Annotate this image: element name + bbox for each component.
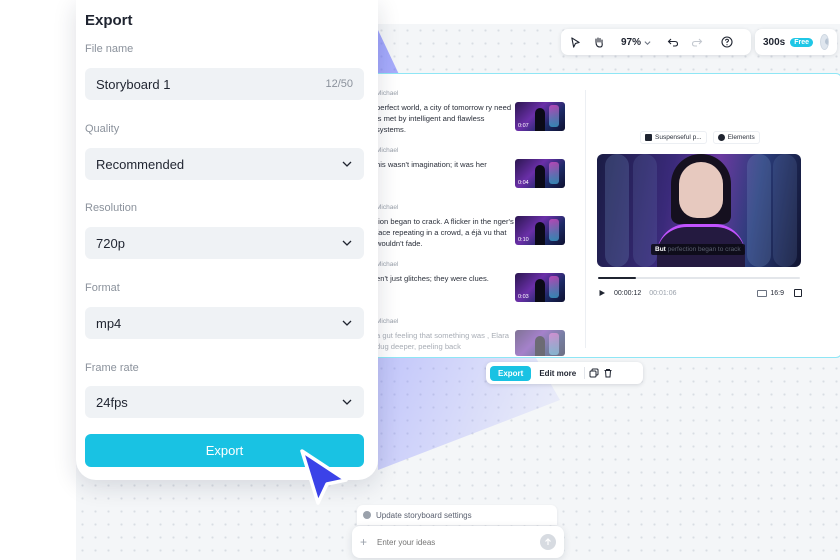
chevron-down-icon — [341, 237, 353, 249]
scene-speaker: Michael — [376, 318, 399, 325]
scene-item[interactable]: Michael en't just glitches; they were cl… — [372, 256, 572, 313]
scene-thumbnail[interactable]: 0:10 — [515, 216, 565, 245]
file-name-label: File name — [85, 43, 134, 55]
panel-title: Export — [85, 12, 133, 29]
check-circle-icon — [363, 511, 371, 519]
style-icon — [645, 134, 652, 141]
file-name-value: Storyboard 1 — [96, 76, 171, 92]
canvas-toolbar: 97% — [561, 29, 751, 55]
format-select[interactable]: mp4 — [85, 307, 364, 339]
scene-thumbnail[interactable]: 0:07 — [515, 102, 565, 131]
aspect-ratio-icon — [757, 289, 768, 297]
send-button[interactable] — [540, 534, 556, 550]
playback-progress[interactable] — [598, 277, 800, 279]
undo-icon[interactable] — [665, 34, 681, 50]
frame-rate-select[interactable]: 24fps — [85, 386, 364, 418]
chevron-down-icon — [341, 396, 353, 408]
resolution-label: Resolution — [85, 202, 137, 214]
check-icon — [717, 134, 725, 141]
file-name-field[interactable]: Storyboard 1 12/50 — [85, 68, 364, 100]
scene-speaker: Michael — [376, 204, 399, 211]
play-icon[interactable] — [598, 289, 606, 297]
chat-input-bar[interactable]: + — [352, 526, 564, 558]
hint-text: Update storyboard settings — [376, 510, 472, 520]
status-hint: Update storyboard settings — [357, 505, 557, 525]
resolution-value: 720p — [96, 235, 125, 251]
quality-select[interactable]: Recommended — [85, 148, 364, 180]
player-controls: 00:00:12 00:01:06 16:9 — [598, 287, 802, 299]
chevron-down-icon — [341, 317, 353, 329]
storyboard-action-bar: Export Edit more — [486, 362, 643, 384]
plus-icon[interactable]: + — [360, 535, 367, 549]
help-icon[interactable] — [719, 34, 735, 50]
scene-thumbnail[interactable]: 0:03 — [515, 273, 565, 302]
tag-style[interactable]: Suspenseful p... — [640, 131, 707, 144]
zoom-dropdown[interactable]: 97% — [621, 37, 651, 48]
tag-elements[interactable]: Elements — [712, 131, 760, 144]
caption-highlight: But — [655, 246, 666, 253]
select-arrow-icon[interactable] — [567, 34, 583, 50]
tag-label: Elements — [727, 134, 755, 141]
fullscreen-icon[interactable] — [794, 289, 802, 297]
export-button-small[interactable]: Export — [490, 365, 532, 381]
scene-script: his wasn't imagination; it was her — [376, 160, 487, 169]
scene-duration: 0:03 — [518, 294, 529, 300]
scene-script: perfect world, a city of tomorrow ry nee… — [376, 103, 512, 134]
scene-item[interactable]: Michael tion began to crack. A flicker i… — [372, 199, 572, 256]
frame-rate-value: 24fps — [96, 394, 128, 410]
quality-value: Recommended — [96, 156, 185, 172]
char-count: 12/50 — [325, 78, 353, 90]
scene-thumbnail[interactable]: 0:04 — [515, 159, 565, 188]
frame-rate-label: Frame rate — [85, 362, 139, 374]
scene-script: tion began to crack. A flicker in the ng… — [376, 217, 514, 248]
card-divider — [585, 90, 586, 348]
scene-duration: 0:07 — [518, 123, 529, 129]
credits-indicator[interactable]: 300s Free — [755, 29, 837, 55]
zoom-level: 97% — [621, 36, 642, 48]
tag-label: Suspenseful p... — [655, 134, 702, 141]
scene-thumbnail[interactable] — [515, 330, 565, 356]
scene-speaker: Michael — [376, 147, 399, 154]
subtitle-caption: But perfection began to crack — [651, 244, 745, 255]
hand-pan-icon[interactable] — [591, 34, 607, 50]
current-time: 00:00:12 — [614, 289, 642, 297]
scene-duration: 0:04 — [518, 180, 529, 186]
total-time: 00:01:06 — [649, 289, 677, 297]
trash-icon[interactable] — [603, 368, 613, 378]
avatar[interactable] — [820, 34, 829, 50]
caption-rest: perfection began to crack — [667, 246, 741, 253]
format-value: mp4 — [96, 315, 122, 331]
style-tags: Suspenseful p... Elements — [640, 131, 760, 144]
aspect-ratio-selector[interactable]: 16:9 — [757, 289, 784, 297]
chevron-down-icon — [644, 40, 651, 45]
format-label: Format — [85, 282, 120, 294]
scene-list: Michael perfect world, a city of tomorro… — [372, 85, 572, 370]
pointer-cursor-icon — [300, 449, 348, 505]
edit-more-button[interactable]: Edit more — [535, 366, 580, 381]
free-badge: Free — [790, 37, 814, 47]
progress-fill — [598, 277, 637, 279]
scene-item[interactable]: Michael his wasn't imagination; it was h… — [372, 142, 572, 199]
scene-speaker: Michael — [376, 90, 399, 97]
scene-script: en't just glitches; they were clues. — [376, 274, 489, 283]
separator — [584, 367, 586, 379]
aspect-ratio-label: 16:9 — [770, 289, 784, 297]
scene-duration: 0:10 — [518, 237, 529, 243]
resolution-select[interactable]: 720p — [85, 227, 364, 259]
credits-value: 300s — [763, 36, 786, 48]
scene-speaker: Michael — [376, 261, 399, 268]
quality-label: Quality — [85, 123, 120, 135]
chevron-down-icon — [341, 158, 353, 170]
arrow-up-icon — [545, 538, 551, 545]
duplicate-icon[interactable] — [589, 368, 599, 378]
scene-script: a gut feeling that something was , Elara… — [376, 331, 509, 351]
ideas-input[interactable] — [377, 537, 518, 547]
export-panel: Export File name Storyboard 1 12/50 Qual… — [76, 0, 378, 480]
scene-item[interactable]: Michael perfect world, a city of tomorro… — [372, 85, 572, 142]
redo-icon[interactable] — [689, 34, 705, 50]
